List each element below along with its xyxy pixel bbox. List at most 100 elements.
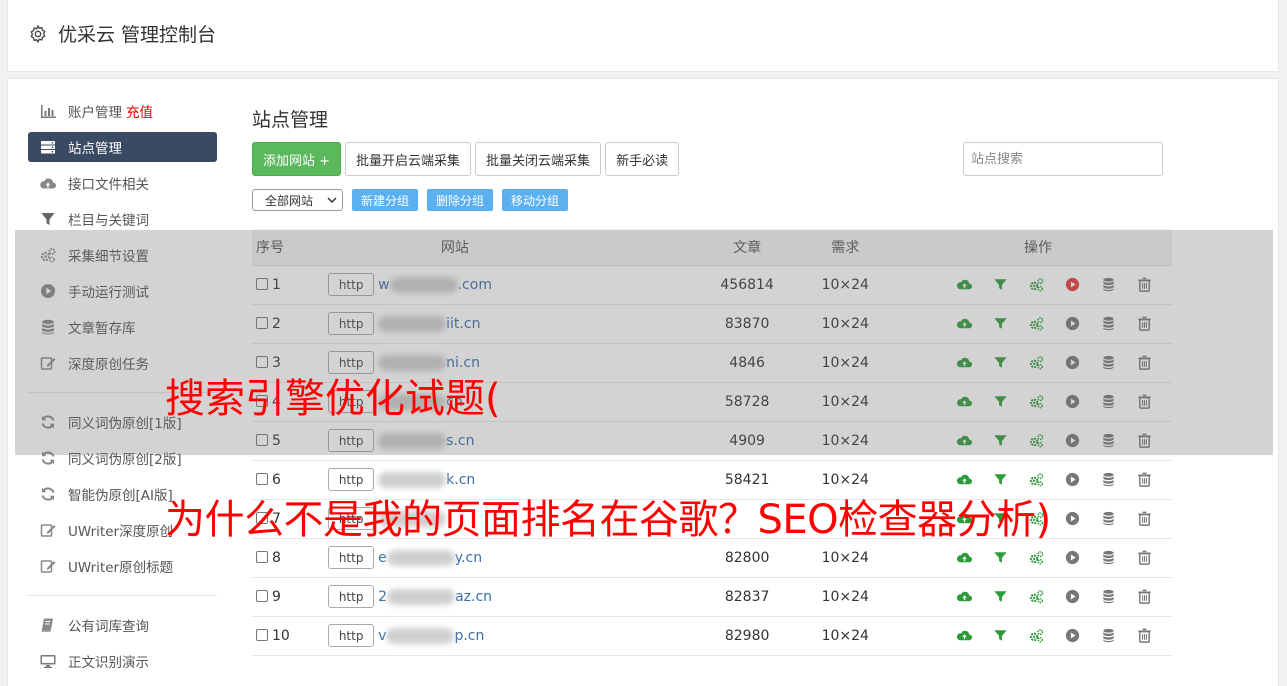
gears-icon[interactable] [1028,276,1045,293]
delete-group-button[interactable]: 删除分组 [427,189,494,211]
cloud-upload-icon[interactable] [956,432,973,449]
cloud-upload-icon[interactable] [956,315,973,332]
database-icon[interactable] [1100,432,1117,449]
play-circle-icon[interactable] [1064,588,1081,605]
gears-icon[interactable] [1028,354,1045,371]
site-link[interactable]: k.cn [378,471,475,488]
sidebar-item[interactable]: 接口文件相关 [28,165,217,201]
batch-close-cloud-button[interactable]: 批量关闭云端采集 [475,142,602,176]
row-checkbox[interactable] [256,277,268,290]
gears-icon[interactable] [1028,393,1045,410]
sidebar-item[interactable]: 手动运行测试 [28,273,217,309]
filter-icon[interactable] [992,588,1009,605]
filter-icon[interactable] [992,393,1009,410]
trash-icon[interactable] [1136,471,1153,488]
gears-icon[interactable] [1028,432,1045,449]
group-select[interactable]: 全部网站 [252,189,343,211]
site-link[interactable]: w .com [378,276,492,293]
play-circle-icon[interactable] [1064,276,1081,293]
row-checkbox[interactable] [256,589,268,602]
cloud-upload-icon[interactable] [956,276,973,293]
trash-icon[interactable] [1136,549,1153,566]
cloud-upload-icon[interactable] [956,549,973,566]
articles-count[interactable]: 456814 [707,265,787,305]
articles-count[interactable]: 83870 [707,304,787,344]
demand-value[interactable]: 10×24 [786,343,904,383]
new-group-button[interactable]: 新建分组 [352,189,419,211]
database-icon[interactable] [1100,510,1117,527]
site-link[interactable]: e y.cn [378,549,482,566]
play-circle-icon[interactable] [1064,315,1081,332]
recharge-link[interactable]: 充值 [126,101,153,121]
filter-icon[interactable] [992,549,1009,566]
trash-icon[interactable] [1136,354,1153,371]
demand-value[interactable]: 10×24 [786,304,904,344]
trash-icon[interactable] [1136,510,1153,527]
gears-icon[interactable] [1028,549,1045,566]
sidebar-item[interactable]: 同义词伪原创[2版] [28,440,217,476]
database-icon[interactable] [1100,471,1117,488]
filter-icon[interactable] [992,354,1009,371]
demand-value[interactable]: 10×24 [786,577,904,617]
articles-count[interactable]: 82837 [707,577,787,617]
add-site-button[interactable]: 添加网站 + [252,142,342,176]
sidebar-item[interactable]: 账户管理 充值 [28,93,217,129]
move-group-button[interactable]: 移动分组 [502,189,569,211]
database-icon[interactable] [1100,393,1117,410]
demand-value[interactable]: 10×24 [786,616,904,656]
row-checkbox[interactable] [256,550,268,563]
sidebar-item[interactable]: 公有词库查询 [28,607,217,643]
play-circle-icon[interactable] [1064,393,1081,410]
filter-icon[interactable] [992,471,1009,488]
database-icon[interactable] [1100,315,1117,332]
http-button[interactable]: http [328,429,375,452]
site-link[interactable]: iit.cn [378,315,480,332]
http-button[interactable]: http [328,546,375,569]
trash-icon[interactable] [1136,315,1153,332]
gears-icon[interactable] [1028,627,1045,644]
database-icon[interactable] [1100,627,1117,644]
articles-count[interactable]: 58728 [707,382,787,422]
row-checkbox[interactable] [256,433,268,446]
cloud-upload-icon[interactable] [956,588,973,605]
http-button[interactable]: http [328,312,375,335]
play-circle-icon[interactable] [1064,471,1081,488]
sidebar-item[interactable]: 文章暂存库 [28,309,217,345]
articles-count[interactable]: 82980 [707,616,787,656]
gears-icon[interactable] [1028,588,1045,605]
play-circle-icon[interactable] [1064,549,1081,566]
play-circle-icon[interactable] [1064,432,1081,449]
site-link[interactable]: s.cn [378,432,474,449]
http-button[interactable]: http [328,273,375,296]
database-icon[interactable] [1100,276,1117,293]
play-circle-icon[interactable] [1064,510,1081,527]
filter-icon[interactable] [992,315,1009,332]
guide-button[interactable]: 新手必读 [605,142,680,176]
http-button[interactable]: http [328,585,375,608]
site-link[interactable]: v p.cn [378,627,484,644]
trash-icon[interactable] [1136,588,1153,605]
site-search-input[interactable] [963,142,1163,176]
cloud-upload-icon[interactable] [956,627,973,644]
articles-count[interactable]: 4846 [707,343,787,383]
demand-value[interactable]: 10×24 [786,421,904,461]
database-icon[interactable] [1100,354,1117,371]
http-button[interactable]: http [328,624,375,647]
filter-icon[interactable] [992,432,1009,449]
database-icon[interactable] [1100,549,1117,566]
sidebar-item[interactable]: 栏目与关键词 [28,201,217,237]
database-icon[interactable] [1100,588,1117,605]
gears-icon[interactable] [1028,471,1045,488]
trash-icon[interactable] [1136,432,1153,449]
sidebar-item[interactable]: UWriter原创标题 [28,548,217,584]
row-checkbox[interactable] [256,472,268,485]
trash-icon[interactable] [1136,627,1153,644]
sidebar-item[interactable]: 正文识别演示 [28,643,217,679]
filter-icon[interactable] [992,627,1009,644]
sidebar-item[interactable]: 采集细节设置 [28,237,217,273]
row-checkbox[interactable] [256,628,268,641]
demand-value[interactable]: 10×24 [786,265,904,305]
trash-icon[interactable] [1136,276,1153,293]
batch-open-cloud-button[interactable]: 批量开启云端采集 [345,142,472,176]
demand-value[interactable]: 10×24 [786,382,904,422]
